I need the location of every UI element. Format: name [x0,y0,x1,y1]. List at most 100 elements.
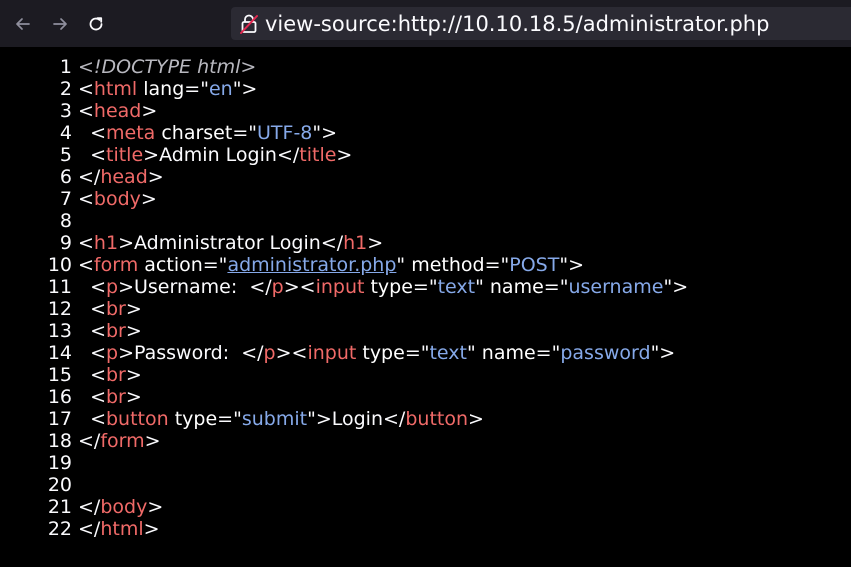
code-token-text: Username: [133,276,250,298]
code-token-tag: br [106,320,126,342]
code-token-attr: action [138,254,203,276]
line-code: </form> [78,430,161,452]
line-number: 13 [47,320,72,342]
code-token-punct: =" [484,254,510,276]
code-token-tag: body [100,496,148,518]
url-text[interactable]: view-source:http://10.10.18.5/administra… [265,11,769,37]
back-button[interactable] [7,8,39,40]
code-token-tag: head [100,166,148,188]
code-token-punct: =" [543,276,569,298]
code-token-punct: > [143,518,160,540]
code-token-punct: < [78,276,106,298]
forward-button[interactable] [44,8,76,40]
code-token-punct: </ [249,276,272,298]
code-token-punct: < [78,386,106,408]
code-token-text: Administrator Login [133,232,321,254]
line-number: 6 [59,166,72,188]
code-token-attr: name [475,342,536,364]
code-token-punct: </ [78,430,101,452]
line-number: 11 [47,276,72,298]
code-token-punct: " [475,276,484,298]
code-token-punct: > [147,496,164,518]
code-token-punct: </ [276,144,300,166]
code-token-attr: type [168,408,218,430]
code-token-text: Password: [133,342,242,364]
line-number: 4 [59,122,72,144]
code-token-punct: < [78,298,106,320]
code-token-attr: type [364,276,413,298]
address-bar[interactable]: view-source:http://10.10.18.5/administra… [231,7,851,40]
code-token-punct: =" [412,276,438,298]
line-code: <h1>Administrator Login</h1> [78,232,383,254]
source-link[interactable]: administrator.php [227,254,396,276]
code-token-tag: meta [106,122,156,144]
code-token-attr: method [405,254,485,276]
line-code: <br> [78,320,142,342]
code-token-tag: title [299,144,337,166]
code-token-punct: < [78,78,94,100]
line-number: 16 [47,386,72,408]
code-token-punct: =" [404,342,430,364]
code-token-punct: =" [232,122,257,144]
code-token-tag: br [106,298,126,320]
code-token-punct: > [140,188,157,210]
code-token-tag: button [106,408,169,430]
line-code: <body> [78,188,157,210]
code-token-punct: > [118,232,134,254]
line-code: <p>Username: </p><input type="text" name… [78,276,688,298]
line-number: 20 [47,474,72,496]
code-token-tag: form [100,430,145,452]
code-token-tag: input [307,342,357,364]
code-token-tag: br [106,386,126,408]
line-code: <button type="submit">Login</button> [78,408,484,430]
code-token-tag: h1 [343,232,368,254]
code-token-punct: > [125,320,142,342]
code-token-punct: < [78,100,94,122]
arrow-left-icon [16,18,30,30]
line-number: 2 [59,78,72,100]
line-number: 22 [47,518,72,540]
code-token-punct: > [147,166,164,188]
code-token-val: UTF-8 [257,122,313,144]
code-token-punct: "> [663,276,689,298]
line-number: 1 [59,56,72,78]
code-token-punct: =" [202,254,228,276]
code-token-tag: html [100,518,144,540]
code-token-punct: > [367,232,384,254]
code-token-val: POST [509,254,560,276]
line-number: 5 [59,144,72,166]
line-code: <html lang="en"> [78,78,257,100]
code-token-punct: < [78,342,106,364]
code-token-punct: </ [383,408,406,430]
code-token-punct: "> [559,254,585,276]
code-token-val: text [437,276,476,298]
line-number: 9 [59,232,72,254]
code-token-punct: > [118,276,134,298]
insecure-lock-icon[interactable] [240,14,258,34]
code-token-tag: p [263,342,276,364]
code-token-punct: >< [283,276,316,298]
line-number: 19 [47,452,72,474]
code-token-punct: >< [275,342,308,364]
line-code: </head> [78,166,164,188]
code-token-punct: </ [78,166,101,188]
line-number: 8 [59,210,72,232]
code-token-punct: =" [535,342,561,364]
code-token-attr: lang [137,78,185,100]
line-number: 14 [47,342,72,364]
code-token-tag: head [93,100,142,122]
reload-button[interactable] [80,8,112,40]
code-token-text: Admin Login [159,144,277,166]
browser-toolbar: view-source:http://10.10.18.5/administra… [0,0,851,47]
code-token-attr: charset [155,122,233,144]
line-code: <br> [78,298,142,320]
code-token-punct: < [78,122,106,144]
code-token-doctype: <!DOCTYPE html> [78,56,257,78]
code-token-punct: </ [78,496,101,518]
code-token-val: text [429,342,467,364]
line-code: <form action="administrator.php" method=… [78,254,584,276]
line-number: 7 [59,188,72,210]
code-token-val: submit [241,408,308,430]
code-token-punct: > [144,430,161,452]
code-token-punct: > [143,144,160,166]
